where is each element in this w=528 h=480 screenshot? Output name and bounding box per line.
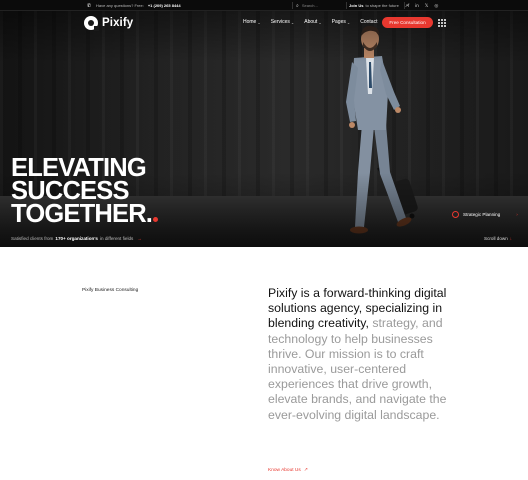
chevron-down-icon: ⌄ [346, 19, 351, 25]
grid-menu-icon[interactable] [438, 19, 446, 27]
main-nav: Home ⌄ Services ⌄ About ⌄ Pages ⌄ Contact [243, 19, 377, 25]
nav-item-services[interactable]: Services ⌄ [271, 19, 295, 25]
top-bar: ✆ Have any questions? Free: +1 (209) 265… [0, 0, 528, 11]
phone-info[interactable]: ✆ Have any questions? Free: +1 (209) 265… [86, 0, 181, 11]
search-input[interactable]: Search... [302, 3, 318, 8]
facebook-icon[interactable]: f [408, 3, 409, 8]
headline-line-3: TOGETHER. [11, 200, 159, 228]
chevron-down-icon: ⌄ [318, 19, 322, 25]
nav-label: Contact [360, 19, 378, 25]
clients-info[interactable]: Satisfied clients from 170+ organization… [11, 236, 142, 241]
social-links: f in 𝕏 ◎ [408, 0, 438, 11]
know-about-us-label: Know About Us [268, 468, 301, 473]
hero-section: ✆ Have any questions? Free: +1 (209) 265… [0, 0, 528, 247]
nav-label: Services [270, 19, 290, 25]
accent-dot [153, 217, 159, 222]
know-about-us-link[interactable]: Know About Us ↗ [268, 468, 308, 473]
chevron-down-icon: ⌄ [257, 19, 261, 25]
arrow-right-icon: › [516, 212, 518, 217]
instagram-icon[interactable]: ◎ [434, 3, 438, 9]
divider [292, 2, 293, 9]
x-twitter-icon[interactable]: 𝕏 [425, 3, 429, 9]
arrow-right-icon: → [137, 236, 142, 241]
headline-line-3-text: TOGETHER. [11, 200, 153, 228]
join-us-link[interactable]: Join Us to shape the future ↗ [349, 0, 408, 11]
nav-item-contact[interactable]: Contact [360, 19, 377, 25]
hero-headline: ELEVATING SUCCESS TOGETHER. [11, 155, 159, 228]
nav-label: Pages [331, 19, 346, 25]
clients-suffix: in different fields [99, 236, 134, 241]
strategic-planning-link[interactable]: Strategic Planning › [452, 211, 518, 218]
about-paragraph: Pixify is a forward-thinking digital sol… [268, 286, 453, 423]
arrow-down-icon: ↓ [509, 236, 513, 241]
nav-label: Home [243, 19, 257, 25]
nav-item-pages[interactable]: Pages ⌄ [332, 19, 351, 25]
nav-item-home[interactable]: Home ⌄ [243, 19, 261, 25]
about-text-muted: strategy, and technology to help busines… [268, 316, 447, 422]
nav-item-about[interactable]: About ⌄ [304, 19, 321, 25]
circle-icon [452, 211, 459, 218]
join-us-suffix: to shape the future [365, 3, 399, 8]
brand-name: Pixify [102, 17, 134, 29]
brand-logo[interactable]: Pixify [84, 15, 133, 31]
arrow-up-right-icon: ↗ [303, 468, 308, 473]
scroll-down-label: Scroll down [484, 236, 508, 241]
strategic-planning-label: Strategic Planning [463, 212, 501, 217]
phone-icon: ✆ [86, 2, 92, 9]
search-box[interactable]: ⌕ Search... [296, 2, 346, 9]
clients-count: 170+ organization's [55, 236, 98, 241]
chevron-down-icon: ⌄ [290, 19, 295, 25]
nav-label: About [304, 19, 318, 25]
divider [404, 2, 405, 9]
phone-number: +1 (209) 265 8444 [147, 3, 181, 8]
phone-label: Have any questions? Free: [96, 3, 144, 8]
scroll-down-link[interactable]: Scroll down ↓ [484, 236, 512, 241]
join-us-label: Join Us [349, 3, 364, 8]
section-label: Pixify Business Consulting [82, 288, 139, 293]
clients-prefix: Satisfied clients from [11, 236, 54, 241]
search-icon: ⌕ [296, 2, 299, 9]
logo-icon [84, 16, 99, 31]
free-consultation-button[interactable]: Free Consultation [382, 17, 433, 28]
linkedin-icon[interactable]: in [415, 3, 419, 8]
divider [346, 2, 347, 9]
